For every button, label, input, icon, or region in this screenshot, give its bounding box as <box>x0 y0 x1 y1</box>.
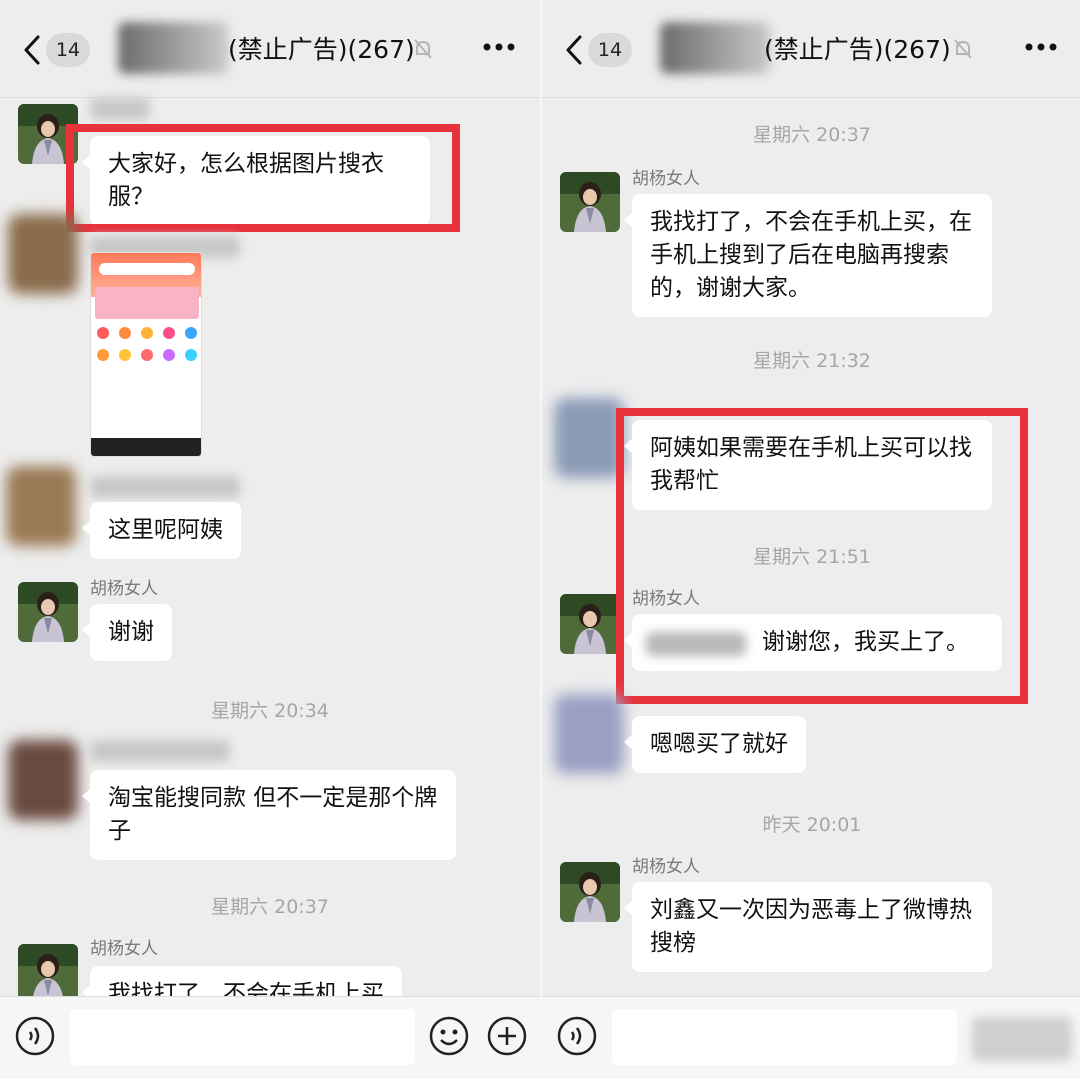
timestamp: 星期六 20:37 <box>211 896 329 918</box>
message-bubble[interactable]: 淘宝能搜同款 但不一定是那个牌子 <box>82 770 456 860</box>
message-bubble[interactable]: 嗯嗯买了就好 <box>624 716 806 773</box>
avatar[interactable] <box>560 172 620 232</box>
chat-title[interactable]: (禁止广告)(267) <box>228 30 415 70</box>
message-bubble[interactable]: 刘鑫又一次因为恶毒上了微博热搜榜 <box>624 882 992 972</box>
redacted-sender-name <box>90 98 150 120</box>
nav-bar: 14 (禁止广告)(267) <box>0 0 540 98</box>
input-bar <box>542 996 1080 1079</box>
message-bubble[interactable]: 我找打了，不会在手机上买，在手机上搜到了后在电脑再搜索的，谢谢大家。 <box>624 194 992 317</box>
mute-icon <box>954 39 972 59</box>
timestamp: 昨天 20:01 <box>762 814 862 836</box>
image-nav-bar <box>91 438 201 456</box>
chat-panel-left: 14 (禁止广告)(267) 大家好，怎么根据图片搜衣服？ 这里呢阿姨 胡杨女人… <box>0 0 540 1079</box>
redacted-group-name <box>118 22 228 74</box>
voice-icon[interactable] <box>14 1015 56 1057</box>
shared-image[interactable] <box>90 252 202 457</box>
avatar[interactable] <box>8 740 78 820</box>
message-input[interactable] <box>70 1009 415 1065</box>
sender-name: 胡杨女人 <box>90 939 158 959</box>
back-icon[interactable] <box>18 32 46 68</box>
more-options-icon[interactable] <box>1024 40 1058 54</box>
avatar[interactable] <box>560 594 620 654</box>
plus-icon[interactable] <box>486 1015 528 1057</box>
nav-bar: 14 (禁止广告)(267) <box>542 0 1080 98</box>
timestamp: 星期六 21:32 <box>753 350 871 372</box>
input-bar <box>0 996 540 1079</box>
message-bubble[interactable]: 谢谢 <box>82 604 172 661</box>
image-dot <box>97 327 109 339</box>
mute-icon <box>414 39 432 59</box>
message-input[interactable] <box>612 1009 957 1065</box>
image-dot <box>141 349 153 361</box>
image-dot <box>119 349 131 361</box>
image-dot <box>185 349 197 361</box>
sender-name: 胡杨女人 <box>632 857 700 877</box>
timestamp: 星期六 20:34 <box>211 700 329 722</box>
emoji-icon[interactable] <box>428 1015 470 1057</box>
avatar[interactable] <box>560 862 620 922</box>
avatar[interactable] <box>8 214 78 294</box>
avatar[interactable] <box>554 398 624 478</box>
more-options-icon[interactable] <box>482 40 516 54</box>
highlight-box <box>616 408 1028 704</box>
image-dot <box>119 327 131 339</box>
sender-name: 胡杨女人 <box>632 169 700 189</box>
image-dot <box>163 327 175 339</box>
redacted-group-name <box>660 22 770 74</box>
unread-count-badge[interactable]: 14 <box>46 33 90 67</box>
redacted-toolbar-icons <box>972 1017 1072 1061</box>
image-dot <box>185 327 197 339</box>
timestamp: 星期六 20:37 <box>753 124 871 146</box>
message-bubble[interactable]: 这里呢阿姨 <box>82 502 241 559</box>
highlight-box <box>66 124 460 232</box>
avatar[interactable] <box>554 694 624 774</box>
chat-panel-right: 14 (禁止广告)(267) 星期六 20:37 胡杨女人 我找打了，不会在手机… <box>540 0 1080 1079</box>
back-icon[interactable] <box>560 32 588 68</box>
redacted-sender-name <box>90 476 240 498</box>
avatar[interactable] <box>18 944 78 1004</box>
image-dot <box>97 349 109 361</box>
chat-title[interactable]: (禁止广告)(267) <box>764 30 951 70</box>
redacted-sender-name <box>90 740 230 762</box>
image-search-bar <box>99 263 195 275</box>
image-dot <box>141 327 153 339</box>
avatar[interactable] <box>6 466 76 546</box>
voice-icon[interactable] <box>556 1015 598 1057</box>
sender-name: 胡杨女人 <box>90 579 158 599</box>
unread-count-badge[interactable]: 14 <box>588 33 632 67</box>
image-dot <box>163 349 175 361</box>
avatar[interactable] <box>18 582 78 642</box>
image-banner <box>95 287 199 319</box>
